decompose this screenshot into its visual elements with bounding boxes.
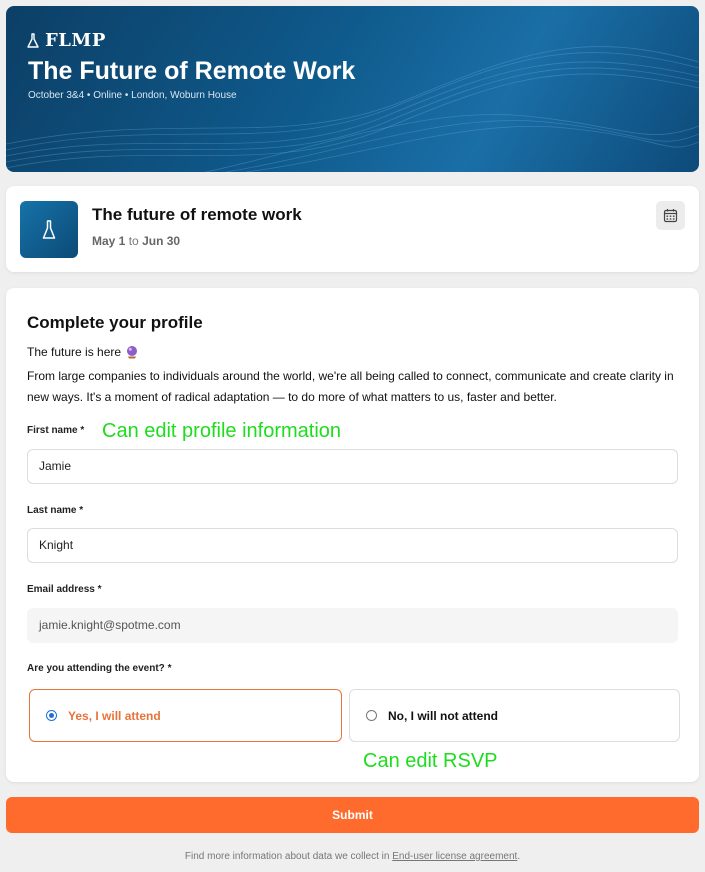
end-date: Jun 30 xyxy=(142,234,181,248)
email-field: jamie.knight@spotme.com xyxy=(27,608,678,643)
intro-line: The future is here xyxy=(27,345,139,359)
flmp-logo: FLMP xyxy=(27,30,106,51)
rsvp-option-yes[interactable]: Yes, I will attend xyxy=(29,689,342,742)
brand-name: FLMP xyxy=(45,30,106,51)
hero-waves-graphic xyxy=(6,46,699,172)
annotation-profile: Can edit profile information xyxy=(102,420,342,442)
add-to-calendar-button[interactable] xyxy=(656,201,685,230)
hero-subtitle: October 3&4 • Online • London, Woburn Ho… xyxy=(28,90,237,101)
annotation-rsvp: Can edit RSVP xyxy=(363,750,498,772)
event-thumbnail xyxy=(20,201,78,258)
last-name-label: Last name * xyxy=(27,505,84,516)
first-name-label: First name * xyxy=(27,425,85,436)
event-dates: May 1 to Jun 30 xyxy=(92,234,180,248)
form-heading: Complete your profile xyxy=(27,313,203,332)
radio-button-checked[interactable] xyxy=(46,710,57,721)
radio-button-unchecked[interactable] xyxy=(366,710,377,721)
crystal-ball-icon xyxy=(127,346,138,359)
calendar-icon xyxy=(663,209,678,223)
start-date: May 1 xyxy=(92,234,126,248)
hero-banner: FLMP The Future of Remote Work October 3… xyxy=(6,6,699,172)
submit-button[interactable]: Submit xyxy=(6,797,699,833)
attending-label: Are you attending the event? * xyxy=(27,663,172,674)
event-title: The future of remote work xyxy=(92,205,302,224)
flask-icon xyxy=(27,32,39,48)
rsvp-option-label: Yes, I will attend xyxy=(68,708,161,723)
last-name-input[interactable]: Knight xyxy=(27,528,678,563)
footer-end: . xyxy=(517,851,521,862)
footer-text: Find more information about data we coll… xyxy=(184,851,390,862)
first-name-input[interactable]: Jamie xyxy=(27,449,678,484)
hero-title: The Future of Remote Work xyxy=(28,57,356,85)
intro-text: The future is here xyxy=(27,345,122,359)
flask-icon xyxy=(42,219,56,239)
intro-paragraph: From large companies to individuals arou… xyxy=(27,369,674,404)
event-card: The future of remote work May 1 to Jun 3… xyxy=(6,186,699,272)
rsvp-option-no[interactable]: No, I will not attend xyxy=(349,689,680,742)
footer-note: Find more information about data we coll… xyxy=(0,851,705,862)
email-label: Email address * xyxy=(27,584,102,595)
profile-form: Complete your profile The future is here… xyxy=(6,288,699,782)
eula-link[interactable]: End-user license agreement xyxy=(392,851,517,862)
rsvp-option-label: No, I will not attend xyxy=(388,708,498,723)
date-separator: to xyxy=(128,234,139,248)
